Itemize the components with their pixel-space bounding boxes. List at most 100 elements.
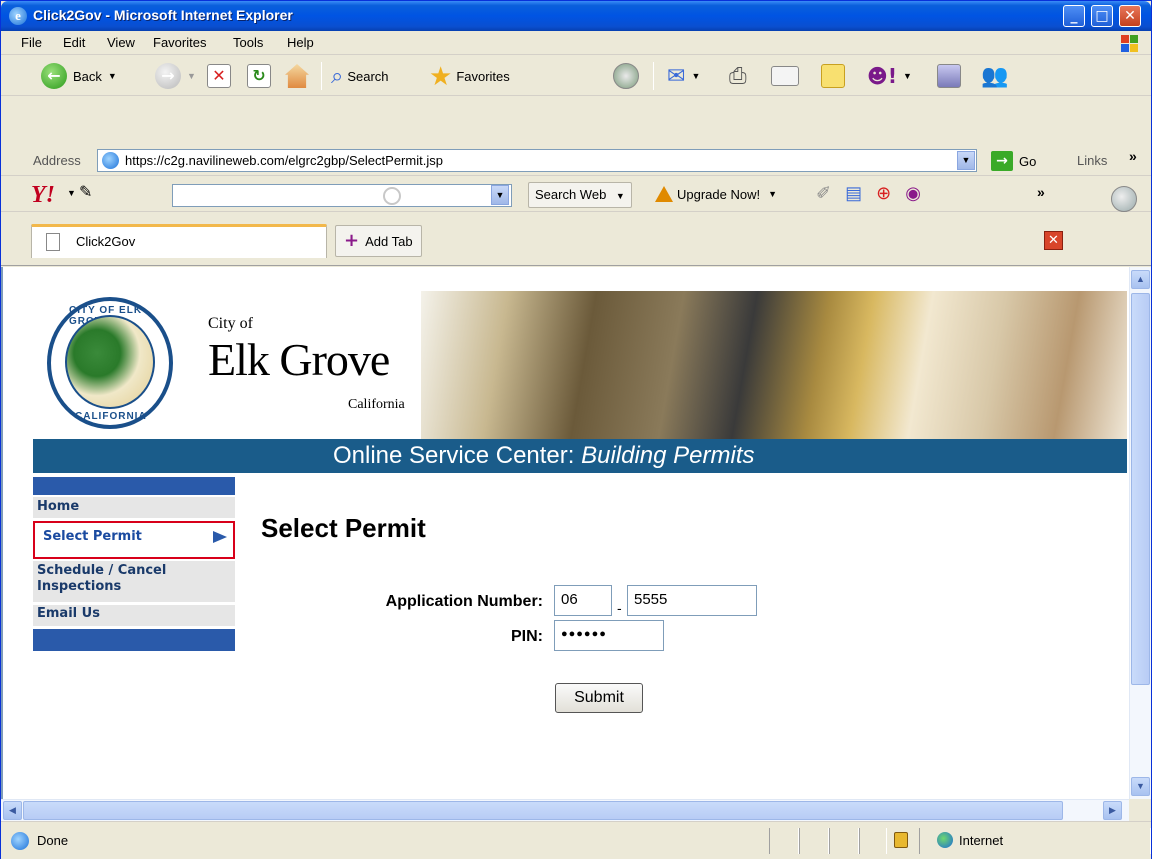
page-favicon-icon (102, 152, 119, 169)
scroll-right-icon[interactable]: ▶ (1103, 801, 1122, 820)
close-tab-button[interactable]: ✕ (1044, 231, 1063, 250)
title-bar: e Click2Gov - Microsoft Internet Explore… (1, 1, 1151, 31)
toolbar-separator (653, 62, 654, 90)
history-button[interactable] (613, 56, 639, 96)
pdf-icon[interactable] (1111, 186, 1137, 212)
stop-icon: ✕ (207, 64, 231, 88)
address-label: Address (33, 153, 81, 168)
go-button[interactable]: → Go (991, 151, 1036, 171)
favorites-label: Favorites (456, 68, 510, 84)
forward-dropdown-icon[interactable]: ▼ (187, 71, 196, 81)
upgrade-button[interactable]: Upgrade Now! ▼ (655, 186, 777, 202)
form-fill-icon[interactable]: ▤ (845, 183, 862, 204)
messenger-dropdown-icon[interactable]: ▼ (903, 71, 912, 81)
nav-select-permit[interactable]: Select Permit (33, 521, 235, 559)
search-icon: ⌕ (331, 63, 344, 88)
application-number-label: Application Number: (385, 593, 543, 610)
nav-schedule-cancel-inspections[interactable]: Schedule / Cancel Inspections (33, 561, 235, 603)
menu-file[interactable]: File (21, 35, 42, 50)
menu-bar: File Edit View Favorites Tools Help (1, 31, 1151, 55)
scroll-left-icon[interactable]: ◀ (3, 801, 22, 820)
yahoo-dropdown-icon[interactable]: ▼ (67, 188, 76, 198)
yahoo-search-input[interactable] (172, 184, 512, 207)
tab-click2gov[interactable]: Click2Gov (31, 224, 327, 258)
search-web-label: Search Web (535, 187, 607, 202)
close-button[interactable]: ✕ (1119, 5, 1141, 27)
city-seal-logo: CITY OF ELK GROVE CALIFORNIA (47, 297, 173, 429)
address-input[interactable]: https://c2g.navilineweb.com/elgrc2gbp/Se… (97, 149, 977, 172)
headphones-icon[interactable]: ◉ (905, 183, 921, 204)
maximize-icon: □ (1095, 8, 1109, 24)
secure-lock-icon[interactable] (894, 832, 908, 848)
menu-tools[interactable]: Tools (233, 35, 263, 50)
edit-button[interactable] (771, 56, 799, 96)
mail-dropdown-icon[interactable]: ▼ (691, 71, 700, 81)
nav-select-permit-label: Select Permit (43, 529, 142, 544)
research-button[interactable] (937, 56, 961, 96)
menu-favorites[interactable]: Favorites (153, 35, 206, 50)
mail-button[interactable]: ✉ ▼ (667, 56, 700, 96)
links-chevron-icon[interactable]: » (1129, 148, 1137, 164)
favorites-button[interactable]: ★ Favorites (429, 56, 510, 96)
refresh-button[interactable]: ↻ (247, 56, 271, 96)
yahoo-icon-group: ✐ ▤ ⊕ ◉ (816, 183, 921, 204)
banner-subtitle: Online Service Center: Building Permits (333, 442, 755, 470)
address-url: https://c2g.navilineweb.com/elgrc2gbp/Se… (125, 153, 443, 168)
scroll-down-icon[interactable]: ▼ (1131, 777, 1150, 796)
upgrade-label: Upgrade Now! (677, 186, 761, 202)
home-icon (285, 64, 309, 88)
print-button[interactable]: ⎙ (729, 56, 747, 96)
application-number-input[interactable]: 5555 (627, 585, 757, 616)
target-icon[interactable]: ⊕ (876, 183, 891, 204)
maximize-button[interactable]: □ (1091, 5, 1113, 27)
application-number-prefix-input[interactable]: 06 (554, 585, 612, 616)
notes-button[interactable] (821, 56, 845, 96)
zone-panel (919, 828, 1151, 854)
search-button[interactable]: ⌕ Search (331, 56, 389, 96)
search-web-button[interactable]: Search Web ▼ (528, 182, 632, 208)
scroll-up-icon[interactable]: ▲ (1131, 270, 1150, 289)
minimize-button[interactable]: _ (1063, 5, 1085, 27)
nav-home[interactable]: Home (33, 497, 235, 519)
nav-footer-bar (33, 629, 235, 651)
links-label[interactable]: Links (1077, 153, 1107, 168)
back-button[interactable]: ← Back ▼ (41, 56, 117, 96)
back-arrow-icon: ← (41, 63, 67, 89)
submit-button[interactable]: Submit (555, 683, 643, 713)
refresh-icon: ↻ (247, 64, 271, 88)
security-zone-label: Internet (959, 833, 1004, 848)
back-dropdown-icon[interactable]: ▼ (108, 71, 117, 81)
stop-button[interactable]: ✕ (207, 56, 231, 96)
research-icon (937, 64, 961, 88)
menu-edit[interactable]: Edit (63, 35, 85, 50)
close-icon: ✕ (1124, 8, 1136, 24)
city-name: Elk Grove (208, 334, 390, 385)
yahoo-messenger-button[interactable]: ☻! ▼ (867, 56, 912, 96)
notes-icon (821, 64, 845, 88)
nav-email-us[interactable]: Email Us (33, 605, 235, 627)
vertical-scrollbar[interactable]: ▲ ▼ (1129, 267, 1151, 799)
ie-icon: e (9, 7, 27, 25)
yahoo-more-chevron-icon[interactable]: » (1037, 184, 1045, 200)
yahoo-logo[interactable]: Y! (31, 182, 55, 209)
users-button[interactable]: 👥 (981, 56, 1008, 96)
pencil-icon[interactable]: ✎ (79, 182, 99, 204)
go-label: Go (1019, 153, 1037, 169)
forward-button[interactable]: → ▼ (155, 56, 196, 96)
menu-view[interactable]: View (107, 35, 135, 50)
add-tab-button[interactable]: + Add Tab (335, 225, 422, 257)
horizontal-scroll-thumb[interactable] (23, 801, 1063, 820)
horizontal-scrollbar[interactable]: ◀ ▶ (1, 799, 1129, 821)
menu-help[interactable]: Help (287, 35, 314, 50)
vertical-scroll-thumb[interactable] (1131, 293, 1150, 685)
address-dropdown-icon[interactable]: ▼ (957, 151, 975, 170)
subtitle-emphasis: Building Permits (581, 442, 755, 469)
subtitle-main: Online Service Center: (333, 442, 582, 469)
state-label: California (348, 397, 405, 412)
application-number-separator: - (617, 600, 622, 616)
yahoo-search-dropdown-icon[interactable]: ▼ (491, 185, 509, 205)
minimize-icon: _ (1070, 8, 1078, 24)
pin-input[interactable]: ●●●●●● (554, 620, 664, 651)
home-button[interactable] (285, 56, 309, 96)
highlight-icon[interactable]: ✐ (816, 183, 831, 204)
